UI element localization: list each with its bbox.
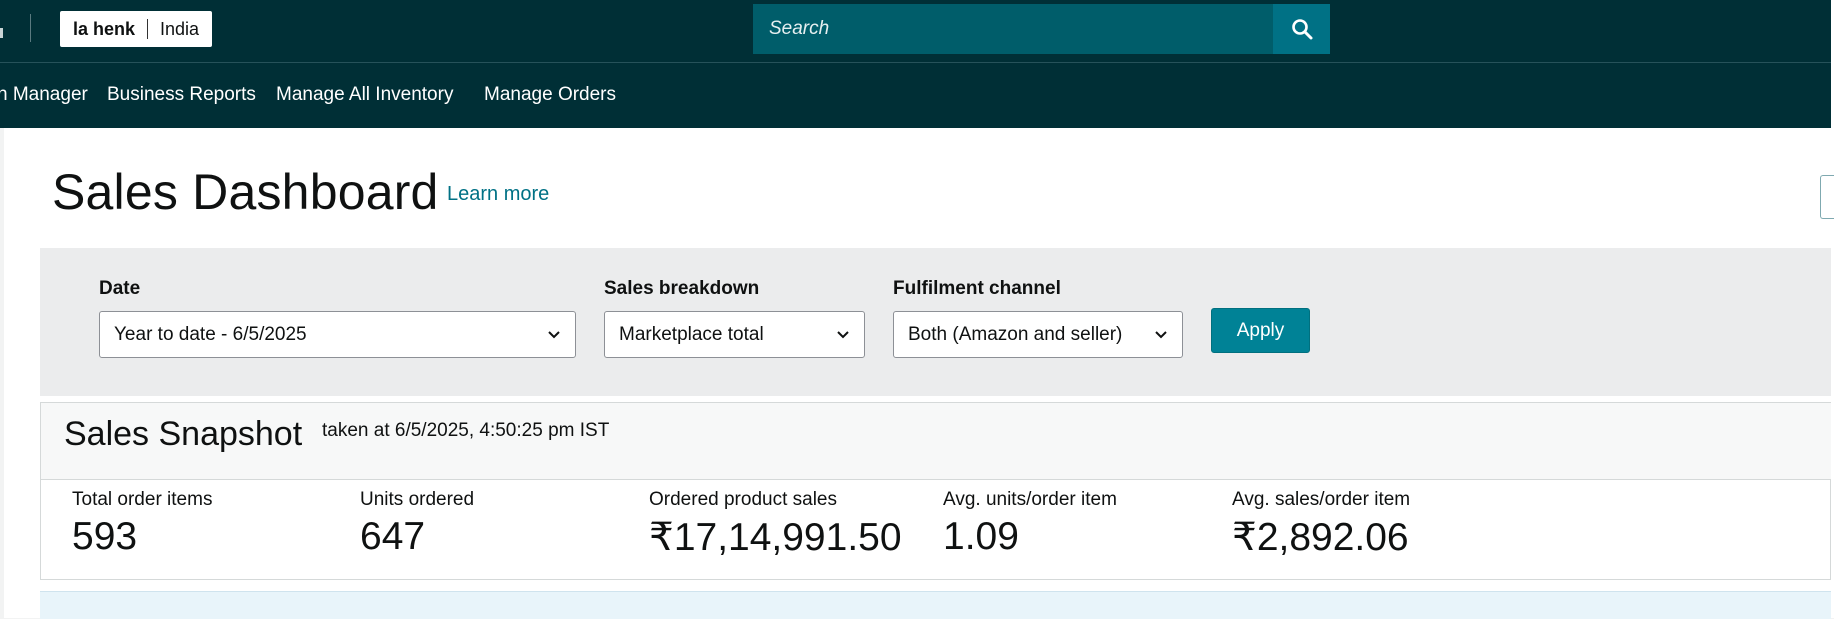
- chevron-down-icon: [837, 330, 849, 338]
- metric-label-ordered-product-sales: Ordered product sales: [649, 489, 837, 510]
- sales-breakdown-value: Marketplace total: [619, 323, 764, 345]
- nav-item-manage-all-inventory[interactable]: Manage All Inventory: [276, 63, 453, 127]
- nav-item-manager[interactable]: n Manager: [0, 63, 88, 127]
- nav-item-business-reports[interactable]: Business Reports: [107, 63, 256, 127]
- search-input[interactable]: [753, 4, 1273, 54]
- date-select-value: Year to date - 6/5/2025: [114, 323, 307, 345]
- sales-snapshot-title: Sales Snapshot: [64, 415, 303, 453]
- learn-more-link[interactable]: Learn more: [447, 183, 549, 206]
- date-label: Date: [99, 278, 141, 299]
- metric-value-ordered-product-sales: ₹17,14,991.50: [649, 516, 902, 559]
- brand-region: India: [160, 18, 200, 39]
- top-header: la henk India: [0, 0, 1834, 62]
- next-section-edge: [40, 591, 1831, 619]
- chevron-down-icon: [1155, 330, 1167, 338]
- main-nav: n Manager Business Reports Manage All In…: [0, 62, 1834, 128]
- sales-breakdown-label: Sales breakdown: [604, 278, 760, 299]
- nav-item-manage-orders[interactable]: Manage Orders: [484, 63, 616, 127]
- metric-label-avg-sales-per-order-item: Avg. sales/order item: [1232, 489, 1411, 510]
- fulfilment-channel-value: Both (Amazon and seller): [908, 323, 1123, 345]
- brand-separator: [147, 19, 149, 39]
- partial-button[interactable]: [1820, 175, 1834, 219]
- search-button[interactable]: [1273, 4, 1330, 54]
- fulfilment-channel-select[interactable]: Both (Amazon and seller): [893, 311, 1183, 358]
- chevron-down-icon: [548, 330, 560, 338]
- sales-snapshot-header: [41, 403, 1831, 480]
- header-divider: [30, 14, 31, 42]
- metric-value-total-order-items: 593: [72, 515, 138, 558]
- metric-label-total-order-items: Total order items: [72, 489, 213, 510]
- account-switcher[interactable]: la henk India: [60, 11, 213, 47]
- snapshot-timestamp: taken at 6/5/2025, 4:50:25 pm IST: [322, 420, 610, 441]
- metric-label-units-ordered: Units ordered: [360, 489, 475, 510]
- menu-edge-icon[interactable]: [0, 28, 3, 38]
- metric-value-avg-units-per-order-item: 1.09: [943, 515, 1019, 558]
- metric-value-avg-sales-per-order-item: ₹2,892.06: [1232, 516, 1409, 559]
- date-select[interactable]: Year to date - 6/5/2025: [99, 311, 576, 358]
- search-icon: [1291, 19, 1312, 40]
- fulfilment-channel-label: Fulfilment channel: [893, 278, 1061, 299]
- apply-button[interactable]: Apply: [1211, 308, 1310, 353]
- brand-name: la henk: [73, 18, 136, 39]
- sales-breakdown-select[interactable]: Marketplace total: [604, 311, 865, 358]
- metric-label-avg-units-per-order-item: Avg. units/order item: [943, 489, 1117, 510]
- page-title: Sales Dashboard: [52, 164, 439, 220]
- metric-value-units-ordered: 647: [360, 515, 426, 558]
